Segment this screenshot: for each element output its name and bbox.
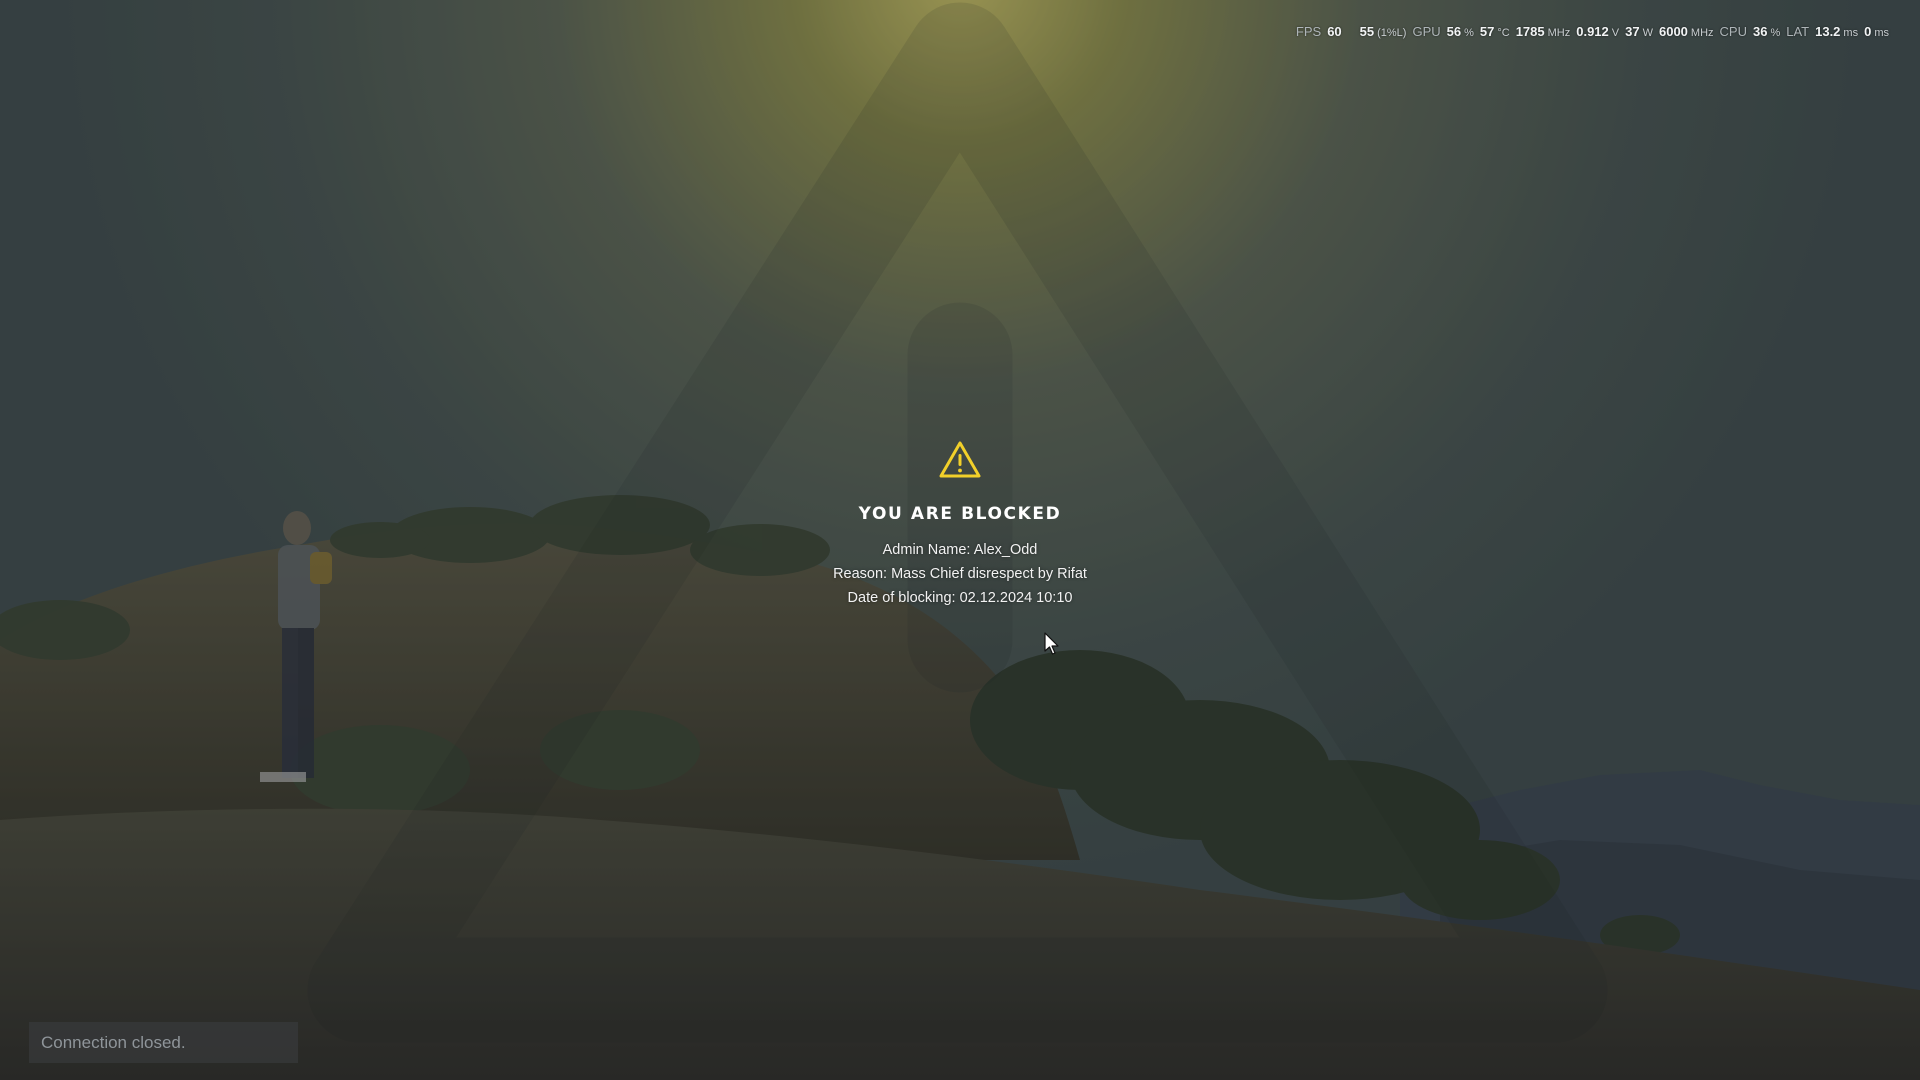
gpu-power: 37 (1625, 24, 1640, 39)
blocked-message-panel: YOU ARE BLOCKED Admin Name: Alex_Odd Rea… (760, 440, 1160, 610)
connection-status-box: Connection closed. (29, 1022, 298, 1063)
gpu-clock: 1785 (1515, 24, 1545, 39)
connection-status-text: Connection closed. (41, 1033, 186, 1052)
cpu-label: CPU (1719, 24, 1747, 39)
gpu-label: GPU (1412, 24, 1441, 39)
mouse-cursor-icon (1044, 632, 1059, 655)
fps-value: 60 (1327, 24, 1342, 39)
gpu-temp: 57 (1479, 24, 1495, 39)
latency2-unit: ms (1874, 27, 1889, 39)
performance-overlay: FPS 60 55 (1%L) GPU 56 % 57 °C 1785 MHz … (1296, 24, 1889, 42)
gpu-voltage-unit: V (1611, 27, 1620, 39)
fps-label: FPS (1295, 24, 1322, 39)
latency-unit: ms (1843, 27, 1859, 39)
cpu-usage: 36 (1752, 24, 1768, 39)
mem-clock-unit: MHz (1690, 27, 1714, 39)
blocked-title: YOU ARE BLOCKED (858, 504, 1062, 524)
warning-triangle-icon (939, 441, 981, 478)
admin-name-line: Admin Name: Alex_Odd (882, 542, 1038, 558)
latency-value: 13.2 (1815, 24, 1841, 39)
lat-label: LAT (1786, 24, 1810, 39)
gpu-usage-unit: % (1464, 27, 1474, 39)
gpu-voltage: 0.912 (1576, 24, 1609, 39)
gpu-usage: 56 (1446, 24, 1462, 39)
gpu-clock-unit: MHz (1547, 27, 1571, 39)
fps-low-value: 55 (1359, 24, 1375, 39)
gpu-power-unit: W (1642, 27, 1653, 39)
gpu-temp-unit: °C (1497, 27, 1510, 39)
date-of-blocking-line: Date of blocking: 02.12.2024 10:10 (847, 590, 1073, 606)
latency2-value: 0 (1864, 24, 1872, 39)
reason-line: Reason: Mass Chief disrespect by Rifat (833, 566, 1087, 582)
fps-low-label: (1%L) (1377, 27, 1407, 39)
cpu-usage-unit: % (1770, 27, 1781, 39)
mem-clock: 6000 (1658, 24, 1688, 39)
